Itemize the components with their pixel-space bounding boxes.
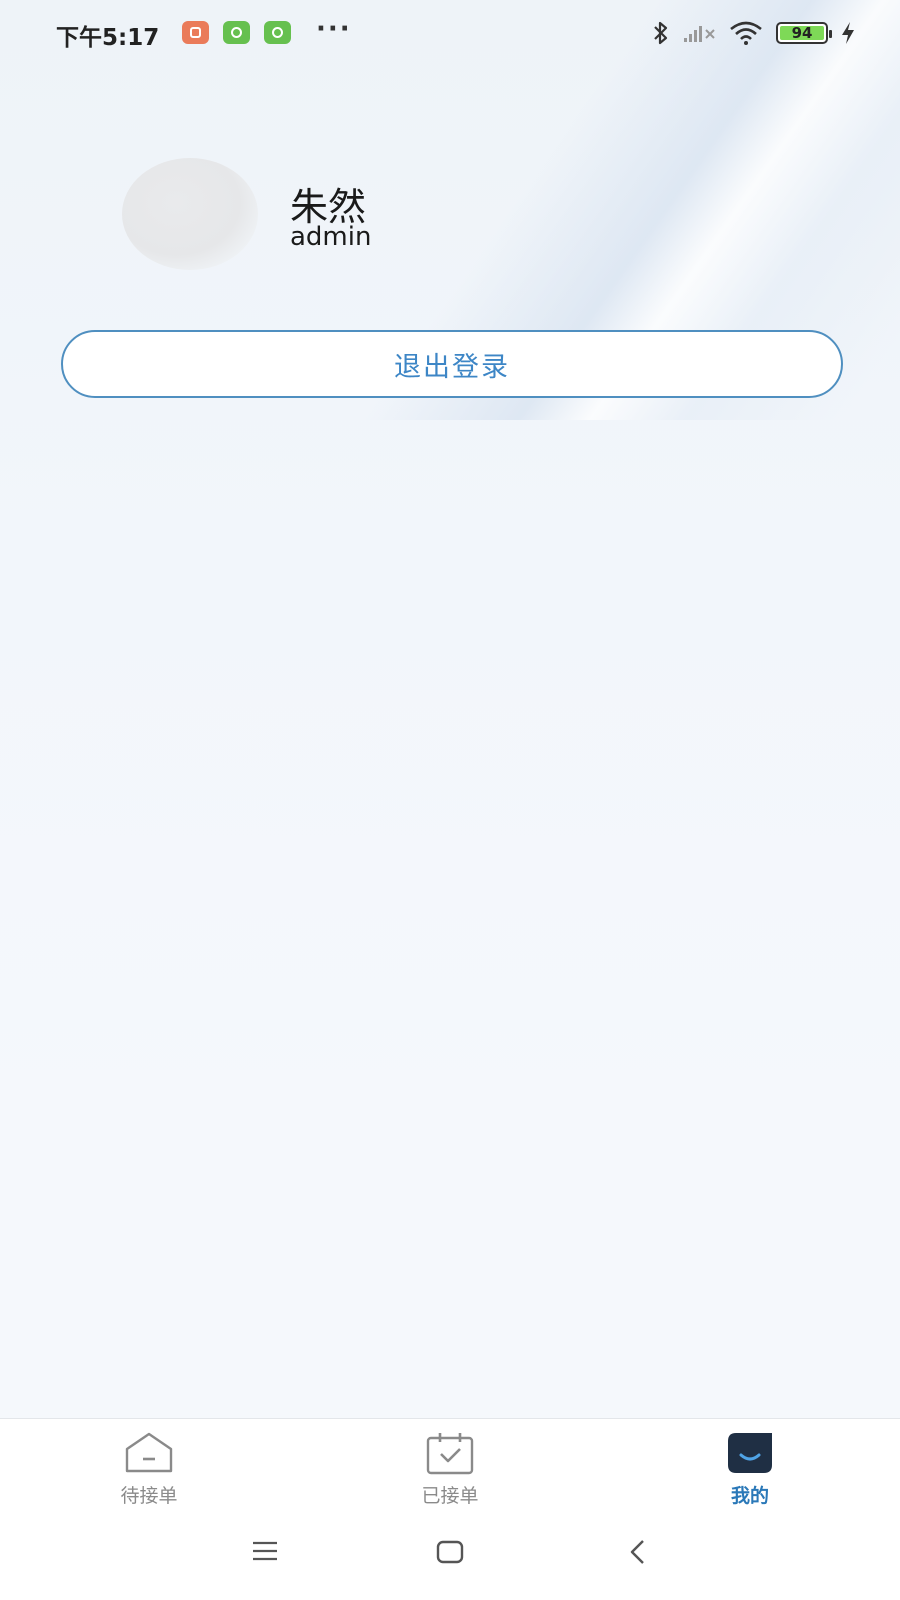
logout-button[interactable]: 退出登录 <box>61 330 843 398</box>
system-nav-bar <box>0 1511 900 1600</box>
battery-level: 94 <box>791 24 813 42</box>
more-notifications-icon: ··· <box>316 14 352 44</box>
avatar[interactable] <box>122 158 258 270</box>
inbox-icon <box>125 1432 173 1473</box>
tab-pending-orders[interactable]: 待接单 <box>74 1419 224 1512</box>
user-account: admin <box>290 222 372 252</box>
tab-label: 待接单 <box>120 1485 178 1507</box>
signal-icon <box>684 26 715 42</box>
tab-label: 我的 <box>730 1485 769 1507</box>
tab-label: 已接单 <box>421 1485 479 1507</box>
tab-mine[interactable]: 我的 <box>675 1419 825 1512</box>
wifi-icon <box>730 21 762 45</box>
status-time: 下午5:17 <box>56 25 160 51</box>
back-icon[interactable] <box>628 1539 648 1565</box>
menu-icon[interactable] <box>251 1539 279 1563</box>
wechat-icon <box>264 21 291 44</box>
charging-icon <box>842 22 854 44</box>
status-bar: 下午5:17 ··· 94 <box>0 0 900 66</box>
battery-icon: 94 <box>776 22 832 44</box>
profile-face-icon <box>728 1433 772 1473</box>
calendar-check-icon <box>426 1433 474 1475</box>
tab-accepted-orders[interactable]: 已接单 <box>375 1419 525 1512</box>
bluetooth-icon <box>654 21 668 45</box>
home-icon[interactable] <box>436 1539 464 1565</box>
bottom-tab-bar: 待接单 已接单 我的 <box>0 1418 900 1512</box>
app-notification-icon <box>182 21 209 44</box>
wechat-icon <box>223 21 250 44</box>
